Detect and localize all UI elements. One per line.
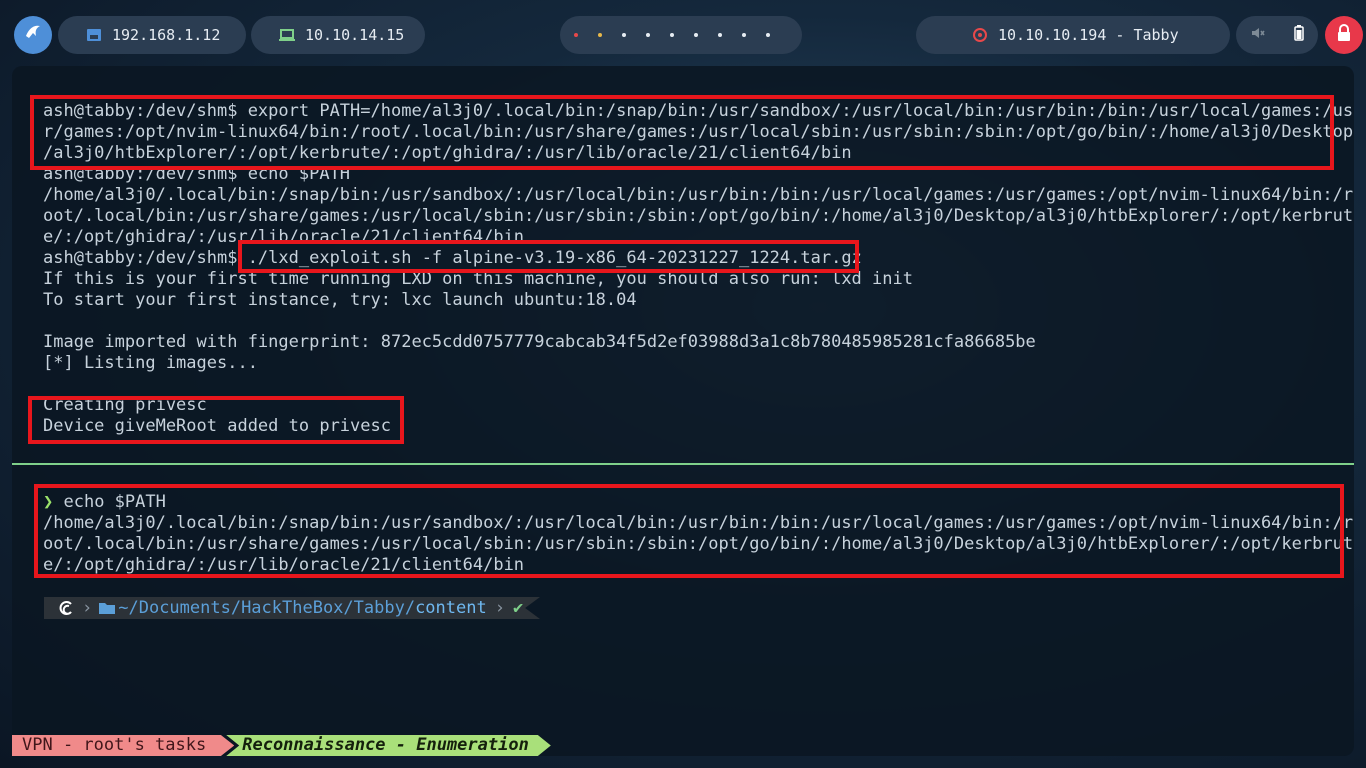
path-prefix: ~/Documents/HackTheBox/Tabby/ [118, 598, 416, 618]
workspace-dot-5[interactable] [670, 33, 674, 37]
path-current: content [415, 598, 487, 618]
network-icon [86, 28, 102, 42]
vpn-ip-widget[interactable]: 10.10.14.15 [251, 16, 425, 54]
highlight-box-privesc [28, 396, 404, 444]
workspace-dot-4[interactable] [646, 33, 650, 37]
battery-icon[interactable] [1293, 25, 1304, 45]
tmux-status-bar: VPN - root's tasks Reconnaissance - Enum… [12, 735, 551, 756]
target-icon [972, 27, 988, 43]
launcher-button[interactable] [14, 16, 52, 54]
debian-swirl-icon [58, 599, 76, 617]
workspace-dot-3[interactable] [622, 33, 626, 37]
powerline-prompt[interactable]: › ~/Documents/HackTheBox/Tabby/ content … [44, 598, 523, 618]
terminal-line: oot/.local/bin:/usr/share/games:/usr/loc… [43, 206, 1354, 226]
top-bar: 192.168.1.12 10.10.14.15 10.10.10.194 - … [0, 0, 1366, 70]
laptop-icon [279, 29, 295, 41]
lan-ip-widget[interactable]: 192.168.1.12 [58, 16, 246, 54]
terminal-line: To start your first instance, try: lxc l… [43, 290, 637, 310]
terminal-line: /home/al3j0/.local/bin:/snap/bin:/usr/sa… [43, 185, 1354, 205]
mute-icon[interactable] [1251, 26, 1265, 44]
workspace-dot-7[interactable] [718, 33, 722, 37]
vpn-ip-text: 10.10.14.15 [305, 26, 405, 44]
status-left: VPN - root's tasks [12, 735, 235, 756]
lan-ip-text: 192.168.1.12 [112, 26, 221, 44]
lock-button[interactable] [1325, 16, 1363, 54]
terminal-line: Image imported with fingerprint: 872ec5c… [43, 332, 1036, 352]
terminal-window[interactable]: ash@tabby:/dev/shm$ export PATH=/home/al… [12, 66, 1354, 756]
chevron-right-icon: › [494, 598, 505, 618]
highlight-box-export [30, 95, 1334, 170]
terminal-pane-top[interactable]: ash@tabby:/dev/shm$ export PATH=/home/al… [12, 66, 1354, 463]
shark-icon [22, 22, 44, 48]
highlight-box-path [34, 484, 1344, 578]
status-right: Reconnaissance - Enumeration [226, 735, 551, 756]
workspace-dot-6[interactable] [694, 33, 698, 37]
workspace-dot-8[interactable] [742, 33, 746, 37]
highlight-box-exploit [238, 240, 859, 273]
workspace-dot-2[interactable] [598, 33, 602, 37]
tray [1236, 16, 1318, 54]
lock-icon [1336, 24, 1352, 46]
chevron-right-icon: › [82, 598, 93, 618]
folder-icon [98, 601, 116, 615]
workspace-dot-1[interactable] [574, 33, 578, 37]
workspace-dot-9[interactable] [766, 33, 770, 37]
target-text: 10.10.10.194 - Tabby [998, 26, 1179, 44]
status-check-icon: ✔ [512, 598, 524, 618]
target-widget[interactable]: 10.10.10.194 - Tabby [916, 16, 1230, 54]
terminal-line: [*] Listing images... [43, 353, 258, 373]
workspace-switcher[interactable] [560, 16, 802, 54]
